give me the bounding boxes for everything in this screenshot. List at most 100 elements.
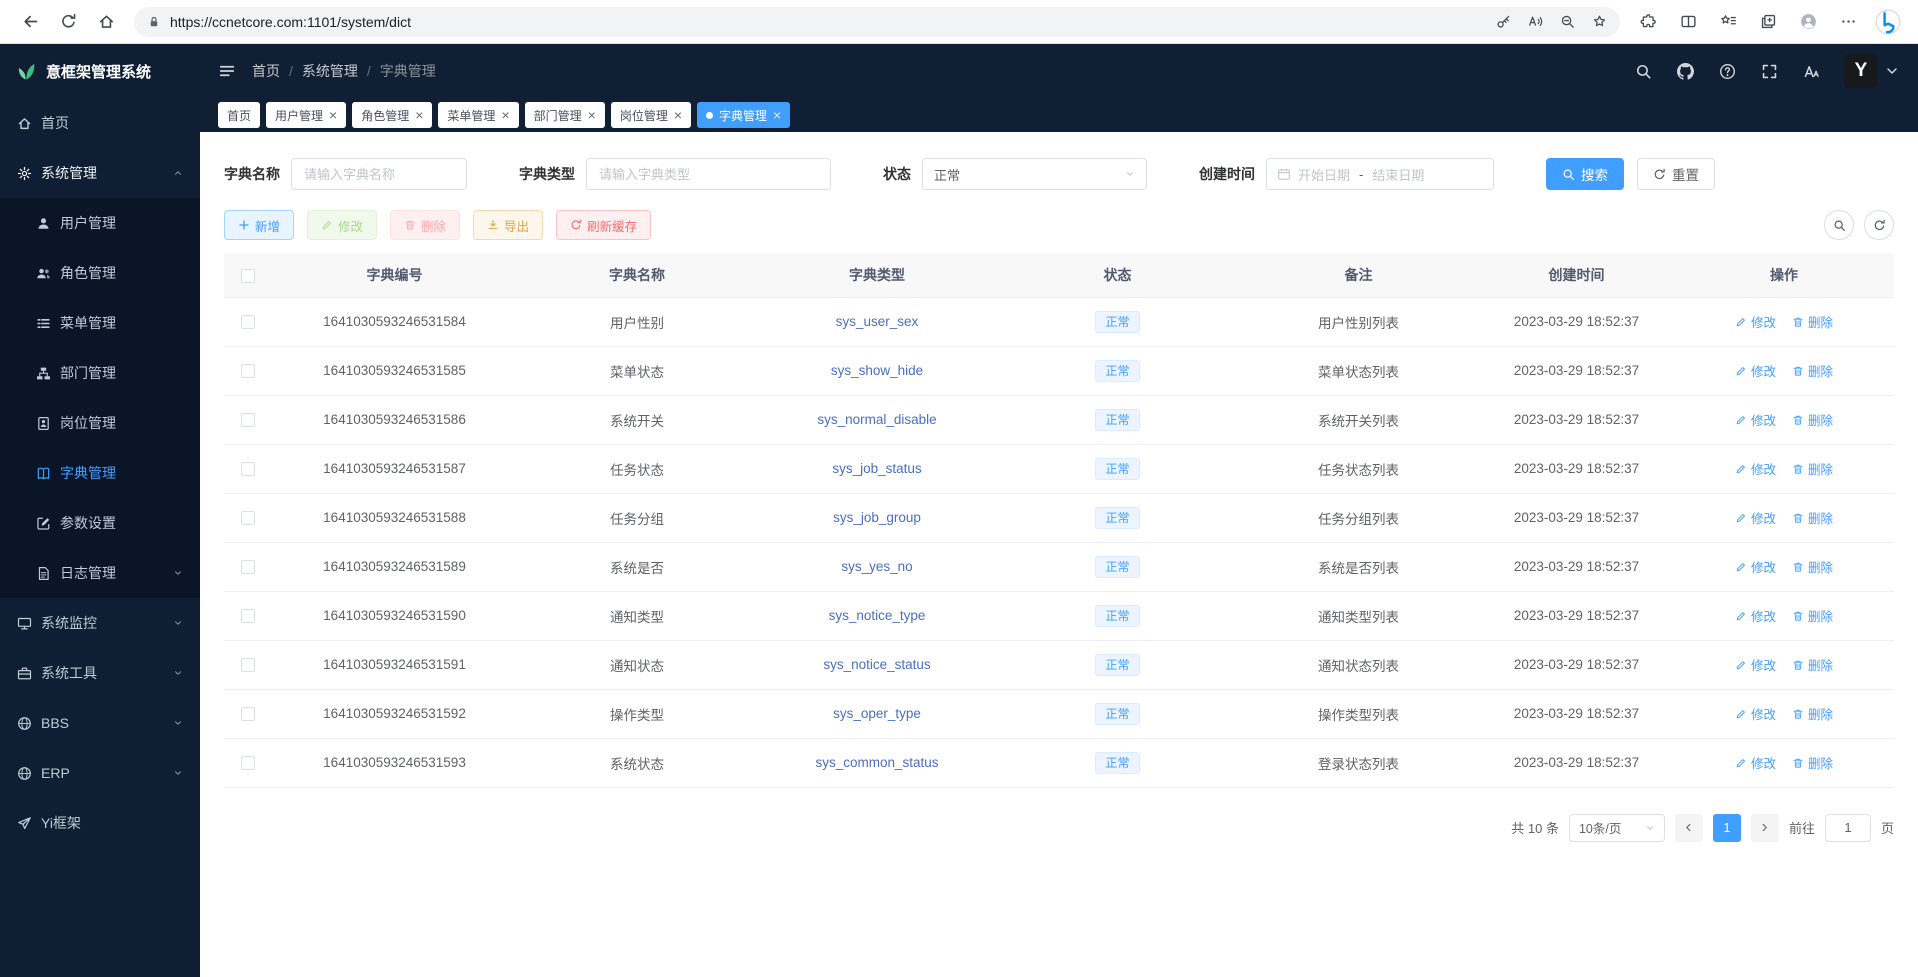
tab-close-icon[interactable]: × bbox=[773, 108, 781, 122]
next-page-button[interactable] bbox=[1751, 814, 1779, 842]
row-checkbox[interactable] bbox=[241, 462, 255, 476]
row-edit-link[interactable]: 修改 bbox=[1735, 753, 1776, 772]
dict-type-link[interactable]: sys_job_group bbox=[833, 510, 921, 525]
browser-back-button[interactable] bbox=[12, 5, 48, 39]
row-edit-link[interactable]: 修改 bbox=[1735, 312, 1776, 331]
favorites-bar-button[interactable] bbox=[1710, 5, 1746, 39]
row-delete-link[interactable]: 删除 bbox=[1792, 753, 1833, 772]
tab-close-icon[interactable]: × bbox=[588, 108, 596, 122]
tab-home[interactable]: 首页 bbox=[218, 102, 260, 128]
bing-button[interactable] bbox=[1870, 5, 1906, 39]
sidebar-toggle-button[interactable] bbox=[218, 62, 236, 80]
delete-button[interactable]: 删除 bbox=[390, 210, 460, 240]
sidebar-item-home[interactable]: 首页 bbox=[0, 98, 200, 148]
sidebar-item-bbs[interactable]: BBS bbox=[0, 698, 200, 748]
favorite-add-button[interactable] bbox=[1584, 9, 1614, 35]
row-edit-link[interactable]: 修改 bbox=[1735, 410, 1776, 429]
dict-type-link[interactable]: sys_user_sex bbox=[836, 314, 919, 329]
status-select[interactable]: 正常 bbox=[922, 158, 1147, 190]
row-delete-link[interactable]: 删除 bbox=[1792, 361, 1833, 380]
collections-button[interactable] bbox=[1750, 5, 1786, 39]
row-checkbox[interactable] bbox=[241, 413, 255, 427]
sidebar-item-tool[interactable]: 系统工具 bbox=[0, 648, 200, 698]
select-all-checkbox[interactable] bbox=[241, 269, 255, 283]
row-delete-link[interactable]: 删除 bbox=[1792, 655, 1833, 674]
edit-button[interactable]: 修改 bbox=[307, 210, 377, 240]
tab-user[interactable]: 用户管理× bbox=[266, 102, 346, 128]
toggle-search-button[interactable] bbox=[1824, 210, 1854, 240]
export-button[interactable]: 导出 bbox=[473, 210, 543, 240]
row-checkbox[interactable] bbox=[241, 511, 255, 525]
tab-close-icon[interactable]: × bbox=[501, 108, 509, 122]
search-button[interactable]: 搜索 bbox=[1546, 158, 1624, 190]
date-range-picker[interactable]: 开始日期 - 结束日期 bbox=[1266, 158, 1494, 190]
sidebar-item-system[interactable]: 系统管理 bbox=[0, 148, 200, 198]
tab-post[interactable]: 岗位管理× bbox=[611, 102, 691, 128]
tab-dept[interactable]: 部门管理× bbox=[525, 102, 605, 128]
row-delete-link[interactable]: 删除 bbox=[1792, 459, 1833, 478]
prev-page-button[interactable] bbox=[1675, 814, 1703, 842]
github-button[interactable] bbox=[1668, 54, 1702, 88]
row-checkbox[interactable] bbox=[241, 364, 255, 378]
split-screen-button[interactable] bbox=[1670, 5, 1706, 39]
more-button[interactable] bbox=[1830, 5, 1866, 39]
row-edit-link[interactable]: 修改 bbox=[1735, 508, 1776, 527]
sidebar-item-dept[interactable]: 部门管理 bbox=[0, 348, 200, 398]
sidebar-item-erp[interactable]: ERP bbox=[0, 748, 200, 798]
row-checkbox[interactable] bbox=[241, 707, 255, 721]
tab-role[interactable]: 角色管理× bbox=[352, 102, 432, 128]
tab-dict[interactable]: 字典管理× bbox=[697, 102, 790, 128]
zoom-out-button[interactable] bbox=[1552, 9, 1582, 35]
dict-name-input[interactable] bbox=[291, 158, 467, 190]
sidebar-item-monitor[interactable]: 系统监控 bbox=[0, 598, 200, 648]
key-button[interactable] bbox=[1488, 9, 1518, 35]
font-size-button[interactable] bbox=[1794, 54, 1828, 88]
dict-type-link[interactable]: sys_job_status bbox=[832, 461, 921, 476]
sidebar-item-dict[interactable]: 字典管理 bbox=[0, 448, 200, 498]
page-size-select[interactable]: 10条/页 bbox=[1569, 814, 1665, 842]
row-edit-link[interactable]: 修改 bbox=[1735, 557, 1776, 576]
row-edit-link[interactable]: 修改 bbox=[1735, 704, 1776, 723]
row-edit-link[interactable]: 修改 bbox=[1735, 606, 1776, 625]
refresh-table-button[interactable] bbox=[1864, 210, 1894, 240]
dict-type-link[interactable]: sys_common_status bbox=[815, 755, 938, 770]
row-checkbox[interactable] bbox=[241, 658, 255, 672]
row-edit-link[interactable]: 修改 bbox=[1735, 361, 1776, 380]
browser-refresh-button[interactable] bbox=[50, 5, 86, 39]
tab-close-icon[interactable]: × bbox=[415, 108, 423, 122]
tab-menu[interactable]: 菜单管理× bbox=[438, 102, 518, 128]
sidebar-item-user[interactable]: 用户管理 bbox=[0, 198, 200, 248]
row-edit-link[interactable]: 修改 bbox=[1735, 459, 1776, 478]
fullscreen-button[interactable] bbox=[1752, 54, 1786, 88]
breadcrumb-home[interactable]: 首页 bbox=[252, 61, 280, 81]
row-checkbox[interactable] bbox=[241, 315, 255, 329]
sidebar-item-role[interactable]: 角色管理 bbox=[0, 248, 200, 298]
refresh-cache-button[interactable]: 刷新缓存 bbox=[556, 210, 651, 240]
row-delete-link[interactable]: 删除 bbox=[1792, 312, 1833, 331]
read-aloud-button[interactable] bbox=[1520, 9, 1550, 35]
tab-close-icon[interactable]: × bbox=[674, 108, 682, 122]
dict-type-link[interactable]: sys_yes_no bbox=[841, 559, 912, 574]
dict-type-link[interactable]: sys_oper_type bbox=[833, 706, 921, 721]
row-edit-link[interactable]: 修改 bbox=[1735, 655, 1776, 674]
row-delete-link[interactable]: 删除 bbox=[1792, 410, 1833, 429]
row-checkbox[interactable] bbox=[241, 609, 255, 623]
question-button[interactable] bbox=[1710, 54, 1744, 88]
goto-page-input[interactable] bbox=[1825, 814, 1871, 842]
row-delete-link[interactable]: 删除 bbox=[1792, 704, 1833, 723]
sidebar-item-menu[interactable]: 菜单管理 bbox=[0, 298, 200, 348]
row-checkbox[interactable] bbox=[241, 560, 255, 574]
sidebar-item-config[interactable]: 参数设置 bbox=[0, 498, 200, 548]
row-delete-link[interactable]: 删除 bbox=[1792, 508, 1833, 527]
sidebar-item-log[interactable]: 日志管理 bbox=[0, 548, 200, 598]
dict-type-link[interactable]: sys_normal_disable bbox=[817, 412, 936, 427]
reset-button[interactable]: 重置 bbox=[1637, 158, 1715, 190]
user-menu[interactable]: Y bbox=[1844, 54, 1900, 88]
browser-home-button[interactable] bbox=[88, 5, 124, 39]
dict-type-link[interactable]: sys_notice_status bbox=[823, 657, 930, 672]
row-delete-link[interactable]: 删除 bbox=[1792, 606, 1833, 625]
add-button[interactable]: 新增 bbox=[224, 210, 294, 240]
dict-type-link[interactable]: sys_notice_type bbox=[829, 608, 926, 623]
extensions-button[interactable] bbox=[1630, 5, 1666, 39]
sidebar-item-post[interactable]: 岗位管理 bbox=[0, 398, 200, 448]
